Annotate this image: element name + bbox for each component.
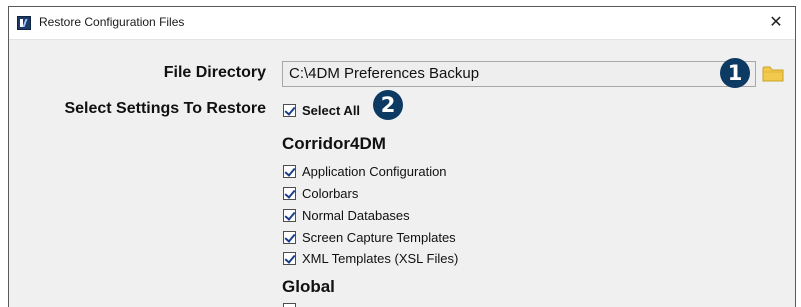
select-all-row[interactable]: Select All (283, 103, 360, 118)
section-title-corridor4dm: Corridor4DM (282, 134, 386, 153)
restore-config-window: Restore Configuration Files ✕ File Direc… (8, 6, 796, 307)
setting-item-partial[interactable] (283, 303, 296, 307)
file-directory-field[interactable]: C:\4DM Preferences Backup (282, 61, 756, 87)
folder-browse-icon[interactable] (762, 65, 784, 82)
select-all-checkbox[interactable] (283, 104, 296, 117)
setting-checkbox[interactable] (283, 209, 296, 222)
select-all-label: Select All (302, 103, 361, 118)
setting-checkbox[interactable] (283, 231, 296, 244)
setting-item[interactable]: Screen Capture Templates (283, 230, 456, 245)
setting-checkbox[interactable] (283, 303, 296, 307)
callout-1-badge: 1 (720, 58, 750, 88)
window-title: Restore Configuration Files (39, 15, 185, 29)
setting-label: Normal Databases (302, 208, 410, 223)
setting-checkbox[interactable] (283, 187, 296, 200)
setting-item[interactable]: Application Configuration (283, 164, 447, 179)
setting-item[interactable]: XML Templates (XSL Files) (283, 251, 458, 266)
setting-label: XML Templates (XSL Files) (302, 251, 459, 266)
setting-label: Colorbars (302, 186, 359, 201)
setting-checkbox[interactable] (283, 252, 296, 265)
callout-2-badge: 2 (373, 90, 403, 120)
file-directory-label: File Directory (163, 64, 266, 81)
setting-item[interactable]: Normal Databases (283, 208, 410, 223)
title-bar: Restore Configuration Files ✕ (9, 7, 795, 40)
setting-checkbox[interactable] (283, 165, 296, 178)
setting-label: Screen Capture Templates (302, 230, 456, 245)
setting-item[interactable]: Colorbars (283, 186, 358, 201)
setting-label: Application Configuration (302, 164, 447, 179)
select-settings-label: Select Settings To Restore (64, 100, 266, 117)
close-button[interactable]: ✕ (765, 12, 787, 34)
app-logo-icon (17, 16, 31, 30)
section-title-global: Global (282, 277, 335, 296)
